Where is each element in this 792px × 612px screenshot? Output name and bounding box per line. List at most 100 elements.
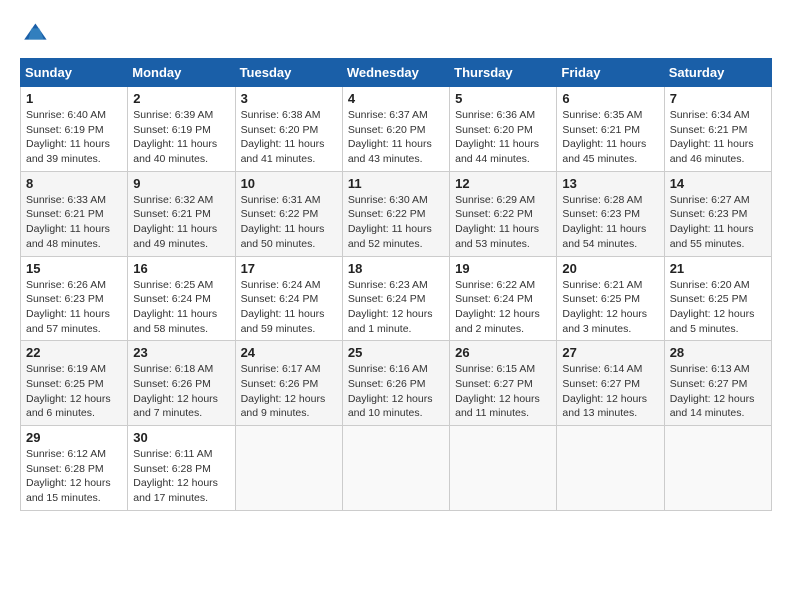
calendar-cell: 6 Sunrise: 6:35 AMSunset: 6:21 PMDayligh…: [557, 87, 664, 172]
day-number: 1: [26, 91, 122, 106]
day-info: Sunrise: 6:20 AMSunset: 6:25 PMDaylight:…: [670, 278, 766, 337]
day-info: Sunrise: 6:39 AMSunset: 6:19 PMDaylight:…: [133, 108, 229, 167]
calendar-cell: 23 Sunrise: 6:18 AMSunset: 6:26 PMDaylig…: [128, 341, 235, 426]
day-info: Sunrise: 6:14 AMSunset: 6:27 PMDaylight:…: [562, 362, 658, 421]
calendar-cell: 1 Sunrise: 6:40 AMSunset: 6:19 PMDayligh…: [21, 87, 128, 172]
weekday-header: Monday: [128, 59, 235, 87]
day-number: 13: [562, 176, 658, 191]
calendar-cell: 3 Sunrise: 6:38 AMSunset: 6:20 PMDayligh…: [235, 87, 342, 172]
day-number: 22: [26, 345, 122, 360]
calendar-cell: 10 Sunrise: 6:31 AMSunset: 6:22 PMDaylig…: [235, 171, 342, 256]
calendar-cell: [235, 426, 342, 511]
day-number: 11: [348, 176, 444, 191]
calendar-table: SundayMondayTuesdayWednesdayThursdayFrid…: [20, 58, 772, 511]
day-info: Sunrise: 6:32 AMSunset: 6:21 PMDaylight:…: [133, 193, 229, 252]
day-number: 12: [455, 176, 551, 191]
day-info: Sunrise: 6:23 AMSunset: 6:24 PMDaylight:…: [348, 278, 444, 337]
day-number: 5: [455, 91, 551, 106]
day-number: 2: [133, 91, 229, 106]
day-number: 26: [455, 345, 551, 360]
calendar-cell: 12 Sunrise: 6:29 AMSunset: 6:22 PMDaylig…: [450, 171, 557, 256]
weekday-header: Wednesday: [342, 59, 449, 87]
calendar-cell: 4 Sunrise: 6:37 AMSunset: 6:20 PMDayligh…: [342, 87, 449, 172]
day-info: Sunrise: 6:17 AMSunset: 6:26 PMDaylight:…: [241, 362, 337, 421]
calendar-cell: 5 Sunrise: 6:36 AMSunset: 6:20 PMDayligh…: [450, 87, 557, 172]
day-info: Sunrise: 6:33 AMSunset: 6:21 PMDaylight:…: [26, 193, 122, 252]
day-info: Sunrise: 6:29 AMSunset: 6:22 PMDaylight:…: [455, 193, 551, 252]
calendar-cell: 9 Sunrise: 6:32 AMSunset: 6:21 PMDayligh…: [128, 171, 235, 256]
day-number: 10: [241, 176, 337, 191]
day-number: 28: [670, 345, 766, 360]
day-number: 14: [670, 176, 766, 191]
day-number: 17: [241, 261, 337, 276]
day-number: 16: [133, 261, 229, 276]
day-info: Sunrise: 6:13 AMSunset: 6:27 PMDaylight:…: [670, 362, 766, 421]
day-info: Sunrise: 6:15 AMSunset: 6:27 PMDaylight:…: [455, 362, 551, 421]
calendar-cell: 17 Sunrise: 6:24 AMSunset: 6:24 PMDaylig…: [235, 256, 342, 341]
day-info: Sunrise: 6:12 AMSunset: 6:28 PMDaylight:…: [26, 447, 122, 506]
day-info: Sunrise: 6:28 AMSunset: 6:23 PMDaylight:…: [562, 193, 658, 252]
weekday-header: Saturday: [664, 59, 771, 87]
calendar-cell: 13 Sunrise: 6:28 AMSunset: 6:23 PMDaylig…: [557, 171, 664, 256]
weekday-header: Thursday: [450, 59, 557, 87]
calendar-week-row: 8 Sunrise: 6:33 AMSunset: 6:21 PMDayligh…: [21, 171, 772, 256]
day-info: Sunrise: 6:21 AMSunset: 6:25 PMDaylight:…: [562, 278, 658, 337]
calendar-cell: 30 Sunrise: 6:11 AMSunset: 6:28 PMDaylig…: [128, 426, 235, 511]
calendar-cell: 19 Sunrise: 6:22 AMSunset: 6:24 PMDaylig…: [450, 256, 557, 341]
calendar-cell: [557, 426, 664, 511]
day-number: 20: [562, 261, 658, 276]
day-number: 7: [670, 91, 766, 106]
day-number: 24: [241, 345, 337, 360]
calendar-cell: 14 Sunrise: 6:27 AMSunset: 6:23 PMDaylig…: [664, 171, 771, 256]
day-number: 30: [133, 430, 229, 445]
day-info: Sunrise: 6:18 AMSunset: 6:26 PMDaylight:…: [133, 362, 229, 421]
day-number: 25: [348, 345, 444, 360]
day-info: Sunrise: 6:35 AMSunset: 6:21 PMDaylight:…: [562, 108, 658, 167]
day-info: Sunrise: 6:26 AMSunset: 6:23 PMDaylight:…: [26, 278, 122, 337]
day-number: 4: [348, 91, 444, 106]
calendar-week-row: 1 Sunrise: 6:40 AMSunset: 6:19 PMDayligh…: [21, 87, 772, 172]
calendar-cell: 27 Sunrise: 6:14 AMSunset: 6:27 PMDaylig…: [557, 341, 664, 426]
day-info: Sunrise: 6:27 AMSunset: 6:23 PMDaylight:…: [670, 193, 766, 252]
day-number: 9: [133, 176, 229, 191]
calendar-cell: 16 Sunrise: 6:25 AMSunset: 6:24 PMDaylig…: [128, 256, 235, 341]
day-number: 23: [133, 345, 229, 360]
calendar-cell: 26 Sunrise: 6:15 AMSunset: 6:27 PMDaylig…: [450, 341, 557, 426]
day-info: Sunrise: 6:36 AMSunset: 6:20 PMDaylight:…: [455, 108, 551, 167]
weekday-header: Friday: [557, 59, 664, 87]
calendar-cell: 7 Sunrise: 6:34 AMSunset: 6:21 PMDayligh…: [664, 87, 771, 172]
calendar-cell: 24 Sunrise: 6:17 AMSunset: 6:26 PMDaylig…: [235, 341, 342, 426]
calendar-cell: 22 Sunrise: 6:19 AMSunset: 6:25 PMDaylig…: [21, 341, 128, 426]
calendar-cell: 28 Sunrise: 6:13 AMSunset: 6:27 PMDaylig…: [664, 341, 771, 426]
calendar-cell: [450, 426, 557, 511]
day-info: Sunrise: 6:38 AMSunset: 6:20 PMDaylight:…: [241, 108, 337, 167]
calendar-cell: 11 Sunrise: 6:30 AMSunset: 6:22 PMDaylig…: [342, 171, 449, 256]
day-info: Sunrise: 6:30 AMSunset: 6:22 PMDaylight:…: [348, 193, 444, 252]
day-number: 21: [670, 261, 766, 276]
day-info: Sunrise: 6:16 AMSunset: 6:26 PMDaylight:…: [348, 362, 444, 421]
day-number: 18: [348, 261, 444, 276]
day-info: Sunrise: 6:40 AMSunset: 6:19 PMDaylight:…: [26, 108, 122, 167]
weekday-header: Sunday: [21, 59, 128, 87]
calendar-week-row: 29 Sunrise: 6:12 AMSunset: 6:28 PMDaylig…: [21, 426, 772, 511]
logo-icon: [20, 20, 48, 48]
calendar-week-row: 15 Sunrise: 6:26 AMSunset: 6:23 PMDaylig…: [21, 256, 772, 341]
calendar-cell: 21 Sunrise: 6:20 AMSunset: 6:25 PMDaylig…: [664, 256, 771, 341]
calendar-cell: 20 Sunrise: 6:21 AMSunset: 6:25 PMDaylig…: [557, 256, 664, 341]
day-number: 29: [26, 430, 122, 445]
logo: [20, 20, 52, 48]
calendar-cell: [342, 426, 449, 511]
day-number: 8: [26, 176, 122, 191]
day-info: Sunrise: 6:34 AMSunset: 6:21 PMDaylight:…: [670, 108, 766, 167]
calendar-cell: 29 Sunrise: 6:12 AMSunset: 6:28 PMDaylig…: [21, 426, 128, 511]
calendar-cell: 15 Sunrise: 6:26 AMSunset: 6:23 PMDaylig…: [21, 256, 128, 341]
day-number: 6: [562, 91, 658, 106]
calendar-cell: 25 Sunrise: 6:16 AMSunset: 6:26 PMDaylig…: [342, 341, 449, 426]
day-info: Sunrise: 6:31 AMSunset: 6:22 PMDaylight:…: [241, 193, 337, 252]
day-number: 19: [455, 261, 551, 276]
day-info: Sunrise: 6:11 AMSunset: 6:28 PMDaylight:…: [133, 447, 229, 506]
page-header: [20, 20, 772, 48]
day-info: Sunrise: 6:37 AMSunset: 6:20 PMDaylight:…: [348, 108, 444, 167]
calendar-cell: [664, 426, 771, 511]
day-number: 27: [562, 345, 658, 360]
